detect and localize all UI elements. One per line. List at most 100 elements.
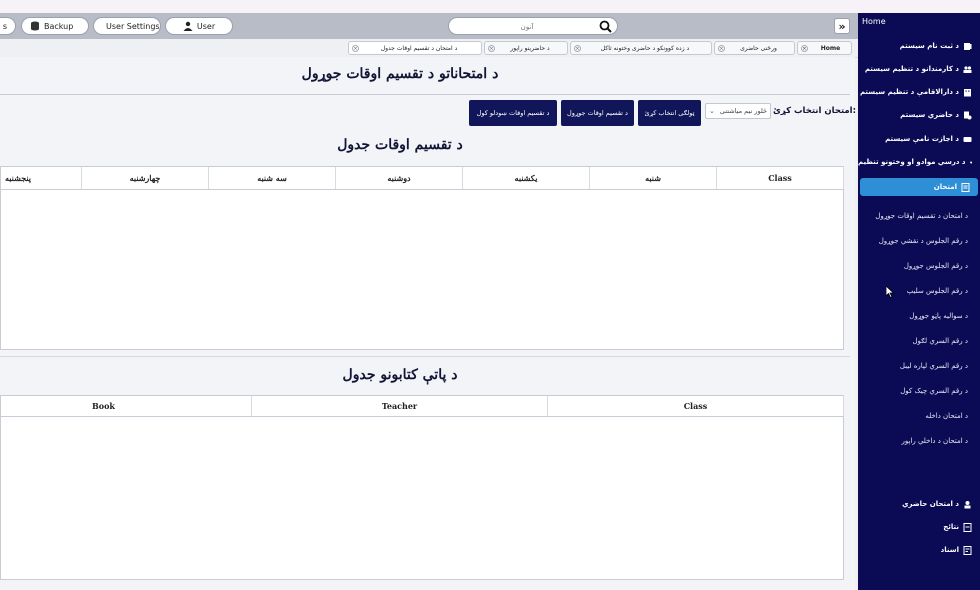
- permission-icon: [963, 136, 972, 142]
- results-icon: [963, 522, 972, 532]
- sidebar-subitem-seat-map[interactable]: د رقم الجلوس د نقشي جوړول: [858, 233, 980, 249]
- sidebar-subitem-exam-entry[interactable]: د امتحان داخله: [858, 408, 980, 424]
- schedule-table: Class شنبه یکشنبه دوشنبه سه شنبه چهارشنب…: [0, 166, 844, 350]
- column-header: Book: [0, 396, 252, 416]
- sidebar-item-attendance[interactable]: د حاضري سیستم: [858, 106, 980, 124]
- sidebar-item-label: د امتحان حاضري: [902, 500, 959, 508]
- column-header: سه شنبه: [209, 167, 336, 189]
- sidebar-subitem-seat-numbers[interactable]: د رقم الجلوس جوړول: [858, 258, 980, 274]
- tab-close-icon[interactable]: ×: [574, 45, 581, 52]
- sidebar: Home د ثبت نام سیستم د کارمندانو د تنظیم…: [858, 13, 980, 590]
- column-header: پنجشنبه: [0, 167, 82, 189]
- sidebar-subitem-secret-check[interactable]: د رقم السري چیک کول: [858, 383, 980, 399]
- book-icon: [969, 161, 972, 163]
- button-label: ټولګی انتخاب کړئ: [644, 109, 695, 117]
- exam-icon: [961, 182, 970, 192]
- staff-icon: [963, 65, 972, 73]
- tab-exam-schedule[interactable]: × د امتحان د تقسیم اوقات جدول: [348, 41, 482, 55]
- page-title: د امتحاناتو د تقسیم اوقات جوړول: [301, 66, 499, 82]
- select-all-classes-button[interactable]: ټولګی انتخاب کړئ: [638, 100, 701, 126]
- sidebar-item-registration[interactable]: د ثبت نام سیستم: [858, 37, 980, 55]
- tab-close-icon[interactable]: ×: [352, 45, 359, 52]
- sidebar-item-label: د ثبت نام سیستم: [899, 42, 959, 50]
- sidebar-item-results[interactable]: نتائج: [858, 518, 980, 536]
- sidebar-subitem-exam-schedule[interactable]: د امتحان د تقسیم اوقات جوړول: [858, 208, 980, 224]
- exam-select-value: څلور نیم میاشتنی: [719, 107, 767, 115]
- backup-label: Backup: [44, 21, 74, 31]
- sidebar-subitem-secret-number[interactable]: د رقم السري لګول: [858, 333, 980, 349]
- sidebar-item-exam-attendance[interactable]: د امتحان حاضري: [858, 495, 980, 513]
- exam-select-label: امتحان انتخاب کړئ:: [773, 106, 856, 116]
- tab-daily-attendance[interactable]: × ورځنی حاضری: [714, 41, 795, 55]
- sidebar-item-staff[interactable]: د کارمندانو د تنظیم سیستم: [858, 60, 980, 78]
- sidebar-toggle-button[interactable]: »: [834, 18, 850, 34]
- sidebar-item-label: د اجازت نامې سیستم: [885, 135, 959, 143]
- search-input[interactable]: [455, 20, 599, 34]
- tab-label: د امتحان د تقسیم اوقات جدول: [380, 44, 458, 52]
- registration-icon: [964, 42, 972, 50]
- create-schedule-button[interactable]: د تقسیم اوقات جوړول: [561, 100, 634, 126]
- section-divider: [0, 356, 850, 357]
- user-button[interactable]: User: [165, 17, 233, 35]
- books-table-title: د پاتې کتابونو جدول: [342, 367, 458, 383]
- sidebar-home-link[interactable]: Home: [862, 17, 886, 26]
- chevron-down-icon: ⌄: [709, 107, 715, 115]
- sidebar-subitem-entry-report[interactable]: د امتحان د داخلي راپور: [858, 433, 980, 449]
- title-divider: [0, 94, 850, 95]
- attendance-icon: [964, 111, 972, 119]
- column-header: دوشنبه: [336, 167, 463, 189]
- sidebar-item-label: د حاضري سیستم: [900, 111, 959, 119]
- schedule-table-header: Class شنبه یکشنبه دوشنبه سه شنبه چهارشنب…: [0, 167, 844, 190]
- sidebar-item-permission[interactable]: د اجازت نامې سیستم: [858, 130, 980, 148]
- tab-label: Home: [820, 44, 841, 52]
- column-header: Class: [717, 167, 844, 189]
- sidebar-subitem-question-papers[interactable]: د سوالیه پاڼو جوړول: [858, 308, 980, 324]
- show-schedule-button[interactable]: د تقسیم اوقات ښودلو کول: [469, 100, 557, 126]
- backup-button[interactable]: Backup: [21, 17, 89, 35]
- tab-attendance-times[interactable]: × د زده کوونکو د حاضری وختونه ثاکل: [570, 41, 712, 55]
- user-settings-button[interactable]: User Settings: [93, 17, 161, 35]
- books-table: Class Teacher Book: [0, 395, 844, 580]
- search-box[interactable]: [448, 17, 618, 35]
- sidebar-item-documents[interactable]: اسناد: [858, 541, 980, 559]
- schedule-table-title: د تقسیم اوقات جدول: [337, 137, 463, 153]
- sidebar-subitem-seat-slip[interactable]: د رقم الجلوس سلیپ: [858, 283, 980, 299]
- database-icon: [31, 21, 39, 31]
- tab-home[interactable]: × Home: [797, 41, 852, 55]
- sidebar-item-label: د کارمندانو د تنظیم سیستم: [864, 65, 959, 73]
- tab-label: د زده کوونکو د حاضری وختونه ثاکل: [600, 44, 690, 52]
- sidebar-item-dormitory[interactable]: د دارالاقامې د تنظیم سیستم: [858, 83, 980, 101]
- sidebar-item-exam[interactable]: امتحان: [860, 178, 978, 196]
- header-partial-button[interactable]: s: [0, 17, 16, 35]
- user-icon: [183, 21, 193, 31]
- user-label: User: [196, 21, 216, 31]
- tab-label: ورځنی حاضری: [740, 44, 777, 52]
- header-bar: s Backup User Settings User »: [0, 13, 858, 39]
- search-icon[interactable]: [599, 20, 612, 33]
- sidebar-subitem-secret-label[interactable]: د رقم السري لپاره لیبل: [858, 358, 980, 374]
- exam-select[interactable]: ⌄ څلور نیم میاشتنی: [705, 103, 771, 119]
- sidebar-item-label: نتائج: [943, 523, 959, 531]
- sidebar-item-label: د درسي موادو او وختونو تنظیم: [858, 158, 966, 166]
- sidebar-item-label: اسناد: [940, 546, 959, 554]
- column-header: یکشنبه: [463, 167, 590, 189]
- button-label: د تقسیم اوقات ښودلو کول: [476, 109, 550, 117]
- column-header: شنبه: [590, 167, 717, 189]
- tab-close-icon[interactable]: ×: [801, 45, 808, 52]
- tab-close-icon[interactable]: ×: [718, 45, 725, 52]
- column-header: چهارشنبه: [82, 167, 209, 189]
- sidebar-item-label: امتحان: [933, 183, 957, 191]
- tab-label: د حاضرینو راپور: [510, 44, 550, 52]
- building-icon: [964, 88, 971, 96]
- sidebar-item-label: د دارالاقامې د تنظیم سیستم: [859, 88, 959, 96]
- tabs-row: × Home × ورځنی حاضری × د زده کوونکو د حاضری…: [0, 39, 858, 58]
- tab-close-icon[interactable]: ×: [488, 45, 495, 52]
- tab-attendance-report[interactable]: × د حاضرینو راپور: [484, 41, 568, 55]
- button-label: د تقسیم اوقات جوړول: [567, 109, 628, 117]
- sidebar-item-subjects[interactable]: د درسي موادو او وختونو تنظیم: [858, 153, 980, 171]
- mouse-cursor-icon: [886, 286, 894, 298]
- column-header: Teacher: [252, 396, 548, 416]
- double-chevron-icon: »: [838, 19, 846, 33]
- documents-icon: [963, 545, 972, 555]
- exam-attendance-icon: [964, 500, 971, 508]
